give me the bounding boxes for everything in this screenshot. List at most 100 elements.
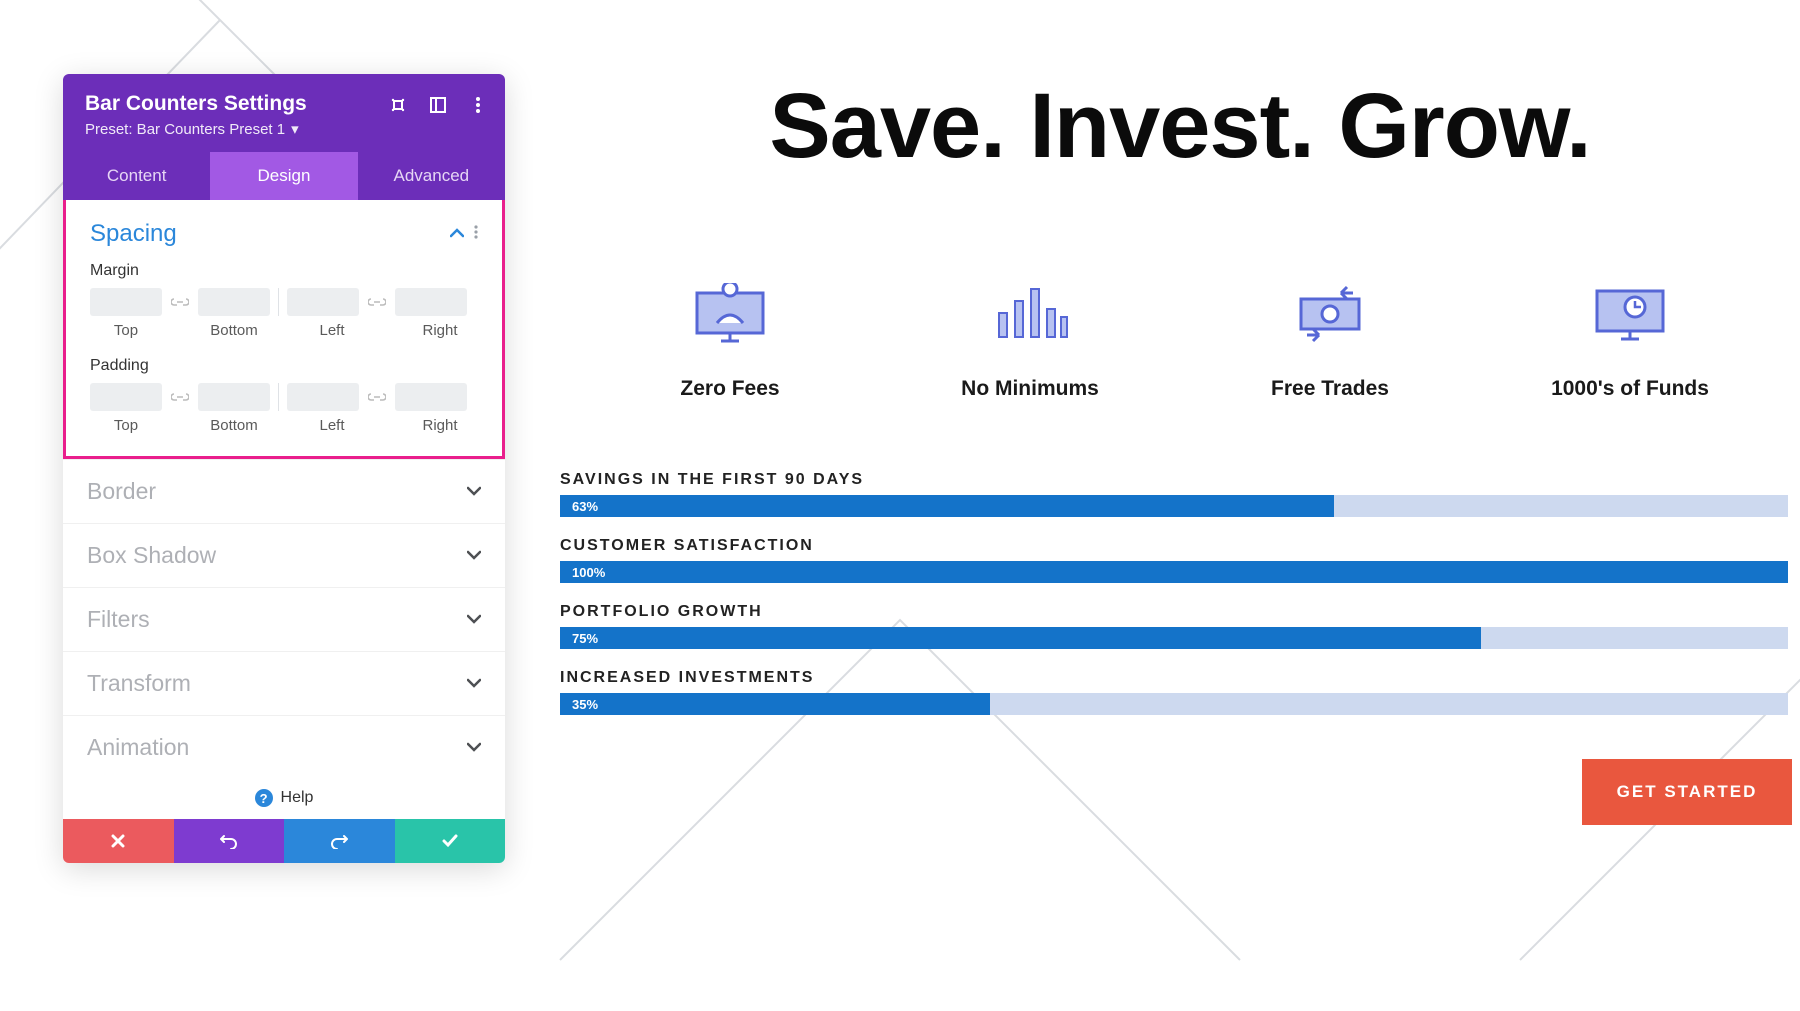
side-right: Right xyxy=(404,417,476,434)
bar-track: 100% xyxy=(560,561,1788,583)
feature-label: 1000's of Funds xyxy=(1500,377,1760,401)
section-animation[interactable]: Animation xyxy=(63,715,505,779)
side-top: Top xyxy=(90,322,162,339)
feature-label: No Minimums xyxy=(900,377,1160,401)
action-bar xyxy=(63,819,505,863)
bar-item: SAVINGS IN THE FIRST 90 DAYS 63% xyxy=(560,471,1788,517)
tab-design[interactable]: Design xyxy=(210,152,357,200)
bar-title: CUSTOMER SATISFACTION xyxy=(560,537,1788,555)
spacing-title: Spacing xyxy=(90,220,177,248)
link-icon[interactable] xyxy=(168,290,192,314)
section-title: Filters xyxy=(87,606,150,633)
margin-right-input[interactable] xyxy=(395,288,467,316)
link-icon[interactable] xyxy=(168,385,192,409)
spacing-section-highlighted: Spacing Margin xyxy=(63,200,505,459)
margin-top-input[interactable] xyxy=(90,288,162,316)
tab-advanced[interactable]: Advanced xyxy=(358,152,505,200)
margin-bottom-input[interactable] xyxy=(198,288,270,316)
bar-item: INCREASED INVESTMENTS 35% xyxy=(560,669,1788,715)
bar-item: CUSTOMER SATISFACTION 100% xyxy=(560,537,1788,583)
bar-track: 75% xyxy=(560,627,1788,649)
section-filters[interactable]: Filters xyxy=(63,587,505,651)
bar-counters: SAVINGS IN THE FIRST 90 DAYS 63% CUSTOMER … xyxy=(560,471,1800,715)
bar-title: INCREASED INVESTMENTS xyxy=(560,669,1788,687)
feature-cash-transfer: Free Trades xyxy=(1200,279,1460,401)
padding-bottom-input[interactable] xyxy=(198,383,270,411)
feature-bar-chart: No Minimums xyxy=(900,279,1160,401)
settings-panel: Bar Counters Settings Preset: Bar Counte… xyxy=(63,74,505,863)
margin-inputs xyxy=(90,288,478,316)
help-icon: ? xyxy=(255,789,273,807)
padding-label: Padding xyxy=(90,357,478,375)
chevron-down-icon xyxy=(467,483,481,501)
get-started-button[interactable]: GET STARTED xyxy=(1582,759,1792,825)
monitor-clock-icon xyxy=(1585,279,1675,349)
padding-right-input[interactable] xyxy=(395,383,467,411)
redo-button[interactable] xyxy=(284,819,395,863)
bar-value: 100% xyxy=(560,565,605,580)
expand-icon[interactable] xyxy=(389,96,407,114)
feature-label: Free Trades xyxy=(1200,377,1460,401)
bar-value: 63% xyxy=(560,499,598,514)
help-link[interactable]: ? Help xyxy=(63,779,505,819)
preset-label: Preset: Bar Counters Preset 1 xyxy=(85,121,285,138)
side-left: Left xyxy=(296,322,368,339)
feature-monitor-clock: 1000's of Funds xyxy=(1500,279,1760,401)
margin-left-input[interactable] xyxy=(287,288,359,316)
tabs-row: Content Design Advanced xyxy=(63,152,505,200)
section-transform[interactable]: Transform xyxy=(63,651,505,715)
divider xyxy=(278,383,279,411)
section-title: Box Shadow xyxy=(87,542,216,569)
padding-left-input[interactable] xyxy=(287,383,359,411)
bar-track: 63% xyxy=(560,495,1788,517)
section-box-shadow[interactable]: Box Shadow xyxy=(63,523,505,587)
bar-value: 75% xyxy=(560,631,598,646)
page-preview: Save. Invest. Grow. Zero Fees No Minimums… xyxy=(560,74,1800,825)
confirm-button[interactable] xyxy=(395,819,506,863)
cash-transfer-icon xyxy=(1285,279,1375,349)
chevron-down-icon xyxy=(467,739,481,757)
bar-fill: 75% xyxy=(560,627,1481,649)
caret-down-icon: ▾ xyxy=(291,120,299,138)
divider xyxy=(278,288,279,316)
section-title: Transform xyxy=(87,670,191,697)
padding-inputs xyxy=(90,383,478,411)
feature-row: Zero Fees No Minimums Free Trades 1000's of… xyxy=(560,279,1800,401)
link-icon[interactable] xyxy=(365,290,389,314)
side-bottom: Bottom xyxy=(198,417,270,434)
side-top: Top xyxy=(90,417,162,434)
bar-value: 35% xyxy=(560,697,598,712)
preset-dropdown[interactable]: Preset: Bar Counters Preset 1 ▾ xyxy=(85,120,483,138)
bar-fill: 35% xyxy=(560,693,990,715)
side-left: Left xyxy=(296,417,368,434)
undo-button[interactable] xyxy=(174,819,285,863)
panel-header: Bar Counters Settings Preset: Bar Counte… xyxy=(63,74,505,152)
side-right: Right xyxy=(404,322,476,339)
side-bottom: Bottom xyxy=(198,322,270,339)
chevron-down-icon xyxy=(467,547,481,565)
section-more-icon[interactable] xyxy=(474,225,478,244)
more-icon[interactable] xyxy=(469,96,487,114)
section-title: Animation xyxy=(87,734,189,761)
bar-fill: 100% xyxy=(560,561,1788,583)
link-icon[interactable] xyxy=(365,385,389,409)
section-border[interactable]: Border xyxy=(63,459,505,523)
tab-content[interactable]: Content xyxy=(63,152,210,200)
bar-chart-icon xyxy=(985,279,1075,349)
hero-title: Save. Invest. Grow. xyxy=(560,74,1800,179)
cancel-button[interactable] xyxy=(63,819,174,863)
monitor-user-icon xyxy=(685,279,775,349)
layout-icon[interactable] xyxy=(429,96,447,114)
bar-item: PORTFOLIO GROWTH 75% xyxy=(560,603,1788,649)
help-label: Help xyxy=(281,789,314,807)
bar-title: SAVINGS IN THE FIRST 90 DAYS xyxy=(560,471,1788,489)
bar-title: PORTFOLIO GROWTH xyxy=(560,603,1788,621)
chevron-down-icon xyxy=(467,675,481,693)
feature-monitor-user: Zero Fees xyxy=(600,279,860,401)
collapse-icon[interactable] xyxy=(450,225,464,243)
bar-fill: 63% xyxy=(560,495,1334,517)
chevron-down-icon xyxy=(467,611,481,629)
feature-label: Zero Fees xyxy=(600,377,860,401)
padding-top-input[interactable] xyxy=(90,383,162,411)
margin-label: Margin xyxy=(90,262,478,280)
